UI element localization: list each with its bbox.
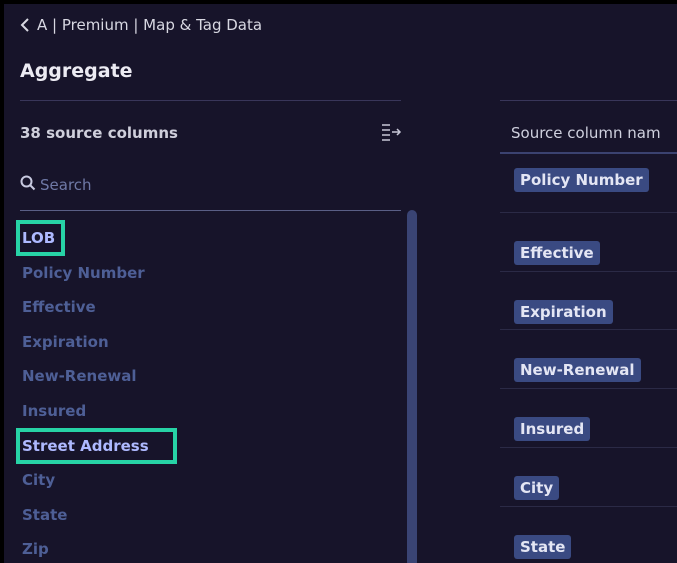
divider <box>20 100 401 101</box>
search-box[interactable] <box>20 172 400 198</box>
table-row: Insured <box>500 389 677 448</box>
breadcrumb-text[interactable]: A | Premium | Map & Tag Data <box>37 16 262 34</box>
main-panel: A | Premium | Map & Tag Data Aggregate 3… <box>4 4 677 563</box>
column-tag[interactable]: Insured <box>514 417 591 442</box>
list-item-label: Insured <box>22 401 87 420</box>
column-tag[interactable]: New-Renewal <box>514 358 641 383</box>
app-root: A | Premium | Map & Tag Data Aggregate 3… <box>0 0 677 563</box>
list-item-state[interactable]: State <box>20 501 380 536</box>
list-scrollbar[interactable] <box>407 210 417 563</box>
list-item-label: State <box>22 505 68 524</box>
table-row: Expiration <box>500 272 677 331</box>
list-item-effective[interactable]: Effective <box>20 293 380 328</box>
table-row: State <box>500 507 677 563</box>
list-item-label: Street Address <box>16 427 177 464</box>
list-item-lob[interactable]: LOB <box>15 220 380 259</box>
list-item-insured[interactable]: Insured <box>20 397 380 432</box>
column-tag[interactable]: Effective <box>514 240 600 265</box>
search-input[interactable] <box>36 176 380 194</box>
mapping-table: Policy Number Effective Expiration New-R… <box>500 154 677 563</box>
table-row: Effective <box>500 213 677 272</box>
list-item-zip[interactable]: Zip <box>20 535 380 563</box>
list-item-new-renewal[interactable]: New-Renewal <box>20 362 380 397</box>
list-item-label: LOB <box>15 220 66 256</box>
count-number: 38 <box>20 124 41 142</box>
count-label: source columns <box>46 124 178 142</box>
search-underline <box>20 210 401 211</box>
source-column-name-header[interactable]: Source column nam <box>511 124 661 142</box>
list-item-label: Policy Number <box>22 263 145 282</box>
breadcrumb[interactable]: A | Premium | Map & Tag Data <box>20 16 262 34</box>
list-item-label: New-Renewal <box>22 367 137 386</box>
column-tag[interactable]: Expiration <box>514 299 613 324</box>
column-tag[interactable]: State <box>514 534 572 559</box>
list-item-city[interactable]: City <box>20 466 380 501</box>
page-title: Aggregate <box>20 60 133 82</box>
divider <box>500 100 677 101</box>
table-row: City <box>500 448 677 507</box>
chevron-left-icon[interactable] <box>20 17 34 33</box>
list-item-label: Zip <box>22 540 49 559</box>
collapse-panel-icon[interactable] <box>380 122 404 142</box>
source-column-count: 38 source columns <box>20 124 178 142</box>
search-icon <box>20 175 36 195</box>
list-item-policy-number[interactable]: Policy Number <box>20 259 380 294</box>
table-row: Policy Number <box>500 154 677 213</box>
list-item-street-address[interactable]: Street Address <box>16 427 380 467</box>
list-item-label: City <box>22 471 56 490</box>
list-item-expiration[interactable]: Expiration <box>20 328 380 363</box>
list-item-label: Expiration <box>22 332 109 351</box>
column-tag[interactable]: Policy Number <box>514 168 649 192</box>
column-tag[interactable]: City <box>514 475 560 500</box>
source-column-list: LOB Policy Number Effective Expiration N… <box>15 220 380 563</box>
list-item-label: Effective <box>22 298 96 317</box>
table-row: New-Renewal <box>500 330 677 390</box>
